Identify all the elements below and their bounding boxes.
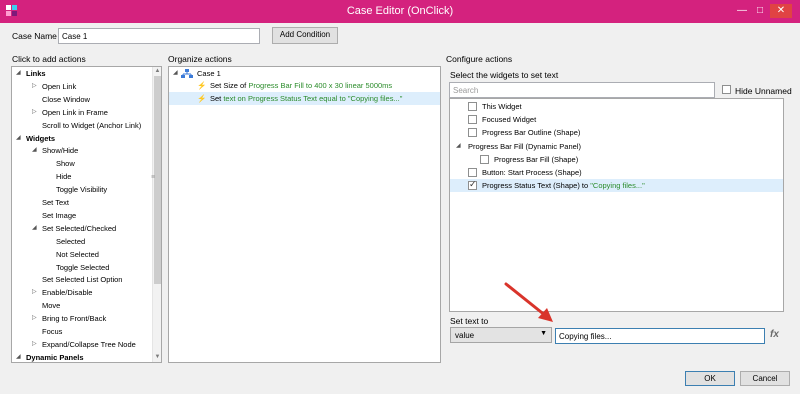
action-tree-item[interactable]: Close Window [42, 94, 90, 105]
action-prefix: Set Size of [210, 81, 249, 90]
action-detail: text on Progress Status Text equal to "C… [223, 94, 403, 103]
right-panel-header: Configure actions [446, 54, 513, 64]
actions-tree-panel[interactable]: ◢ Links ▷ Open Link Close Window ▷ Open Link i… [11, 66, 162, 363]
widget-label: This Widget [482, 102, 522, 111]
expand-arrow-icon[interactable]: ▷ [32, 339, 37, 350]
action-tree-item[interactable]: Show/Hide [42, 145, 78, 156]
action-tree-item[interactable]: Open Link in Frame [42, 107, 108, 118]
widget-label: Progress Bar Fill (Dynamic Panel) [468, 141, 581, 151]
collapse-arrow-icon[interactable]: ◢ [32, 145, 37, 156]
text-value-input[interactable]: Copying files... [555, 328, 765, 344]
window-title: Case Editor (OnClick) [346, 5, 454, 17]
action-detail: Progress Bar Fill to 400 x 30 linear 500… [248, 81, 393, 90]
action-tree-item[interactable]: Widgets [26, 133, 55, 144]
case-name-input[interactable]: Case 1 [58, 28, 260, 44]
widget-checkbox[interactable] [468, 168, 477, 177]
widget-item[interactable]: Progress Bar Fill (Shape) [494, 154, 578, 165]
action-tree-item[interactable]: Open Link [42, 81, 76, 92]
action-item[interactable]: Set Size of Progress Bar Fill to 400 x 3… [210, 80, 392, 91]
lightning-icon: ⚡ [197, 81, 207, 90]
widget-item[interactable]: Progress Bar Fill (Dynamic Panel) [468, 141, 581, 152]
set-text-label: Set text to [450, 316, 489, 326]
title-bar: Case Editor (OnClick) — □ ✕ [0, 0, 800, 23]
widget-label: Focused Widget [482, 115, 537, 125]
case-icon [181, 69, 193, 78]
expand-arrow-icon[interactable]: ▷ [32, 313, 37, 324]
cancel-button[interactable]: Cancel [740, 371, 790, 386]
action-tree-item[interactable]: Not Selected [56, 249, 99, 260]
expand-arrow-icon[interactable]: ▷ [32, 107, 37, 118]
hide-unnamed-checkbox[interactable] [722, 85, 731, 94]
collapse-arrow-icon[interactable]: ◢ [456, 141, 461, 152]
value-type-select[interactable]: value ▼ [450, 327, 552, 343]
action-tree-item[interactable]: Focus [42, 326, 62, 337]
action-tree-item[interactable]: Set Selected List Option [42, 274, 122, 285]
action-tree-item[interactable]: Bring to Front/Back [42, 313, 106, 324]
widget-checkbox[interactable] [468, 115, 477, 125]
action-tree-item[interactable]: Show [56, 158, 75, 169]
widget-checkbox[interactable] [468, 179, 477, 191]
action-tree-item[interactable]: Toggle Visibility [56, 184, 107, 195]
annotation-arrow [504, 282, 553, 322]
lightning-icon: ⚡ [197, 94, 207, 103]
action-tree-item[interactable]: Dynamic Panels [26, 352, 84, 362]
widget-label: Progress Status Text (Shape) to [482, 181, 591, 191]
action-tree-item[interactable]: Selected [56, 236, 85, 247]
expand-arrow-icon[interactable]: ◢ [173, 68, 178, 79]
expand-arrow-icon[interactable]: ▷ [32, 81, 37, 92]
ok-button[interactable]: OK [685, 371, 735, 386]
action-tree-item[interactable]: Set Image [42, 210, 76, 221]
actions-tree-scrollbar[interactable]: ▲ ▼ [152, 67, 161, 362]
select-widgets-label: Select the widgets to set text [450, 70, 559, 80]
widget-checkbox[interactable] [480, 154, 489, 164]
scroll-down-arrow[interactable]: ▼ [153, 353, 161, 362]
widget-label: Button: Start Process (Shape) [482, 168, 582, 177]
chevron-down-icon: ▼ [540, 330, 547, 337]
widget-checkbox[interactable] [468, 128, 477, 138]
action-tree-item[interactable]: Hide [56, 171, 71, 182]
collapse-arrow-icon[interactable]: ◢ [16, 352, 21, 362]
action-tree-item[interactable]: Toggle Selected [56, 262, 109, 273]
widget-label: Progress Bar Outline (Shape) [482, 128, 581, 138]
widget-checkbox[interactable] [468, 102, 477, 111]
widget-value-suffix: "Copying files..." [590, 181, 645, 191]
middle-panel-header: Organize actions [168, 54, 232, 64]
collapse-arrow-icon[interactable]: ◢ [32, 223, 37, 234]
expand-arrow-icon[interactable]: ▷ [32, 287, 37, 298]
collapse-arrow-icon[interactable]: ◢ [16, 133, 21, 144]
action-tree-item[interactable]: Scroll to Widget (Anchor Link) [42, 120, 141, 131]
widget-item[interactable]: Focused Widget [482, 114, 536, 125]
widget-search-input[interactable]: Search [449, 82, 715, 98]
splitter-grip-icon[interactable]: ≡ [151, 174, 155, 181]
action-tree-item[interactable]: Set Selected/Checked [42, 223, 116, 234]
hide-unnamed-label: Hide Unnamed [735, 86, 792, 96]
case-name-label: Case Name [12, 31, 57, 41]
case-node[interactable]: Case 1 [197, 68, 221, 79]
action-prefix: Set [210, 94, 224, 103]
fx-button[interactable]: fx [770, 329, 779, 340]
value-type-selected: value [455, 331, 475, 340]
widget-item[interactable]: This Widget [482, 101, 522, 112]
action-tree-item[interactable]: Enable/Disable [42, 287, 92, 298]
action-tree-item[interactable]: Set Text [42, 197, 69, 208]
widget-item[interactable]: Progress Status Text (Shape) to "Copying… [482, 180, 645, 191]
add-condition-button[interactable]: Add Condition [272, 27, 338, 44]
action-tree-item[interactable]: Move [42, 300, 60, 311]
organize-actions-panel[interactable]: ◢ Case 1 ⚡ Set Size of Progress Bar Fill … [168, 66, 441, 363]
maximize-button[interactable]: □ [752, 4, 768, 18]
scroll-up-arrow[interactable]: ▲ [153, 67, 161, 76]
action-tree-item[interactable]: Expand/Collapse Tree Node [42, 339, 136, 350]
widget-item[interactable]: Button: Start Process (Shape) [482, 167, 582, 178]
widget-item[interactable]: Progress Bar Outline (Shape) [482, 127, 580, 138]
widget-label: Progress Bar Fill (Shape) [494, 154, 579, 164]
action-tree-item[interactable]: Links [26, 68, 46, 79]
action-item[interactable]: Set text on Progress Status Text equal t… [210, 93, 402, 104]
minimize-button[interactable]: — [734, 4, 750, 18]
left-panel-header: Click to add actions [12, 54, 86, 64]
close-button[interactable]: ✕ [770, 4, 792, 18]
collapse-arrow-icon[interactable]: ◢ [16, 68, 21, 79]
